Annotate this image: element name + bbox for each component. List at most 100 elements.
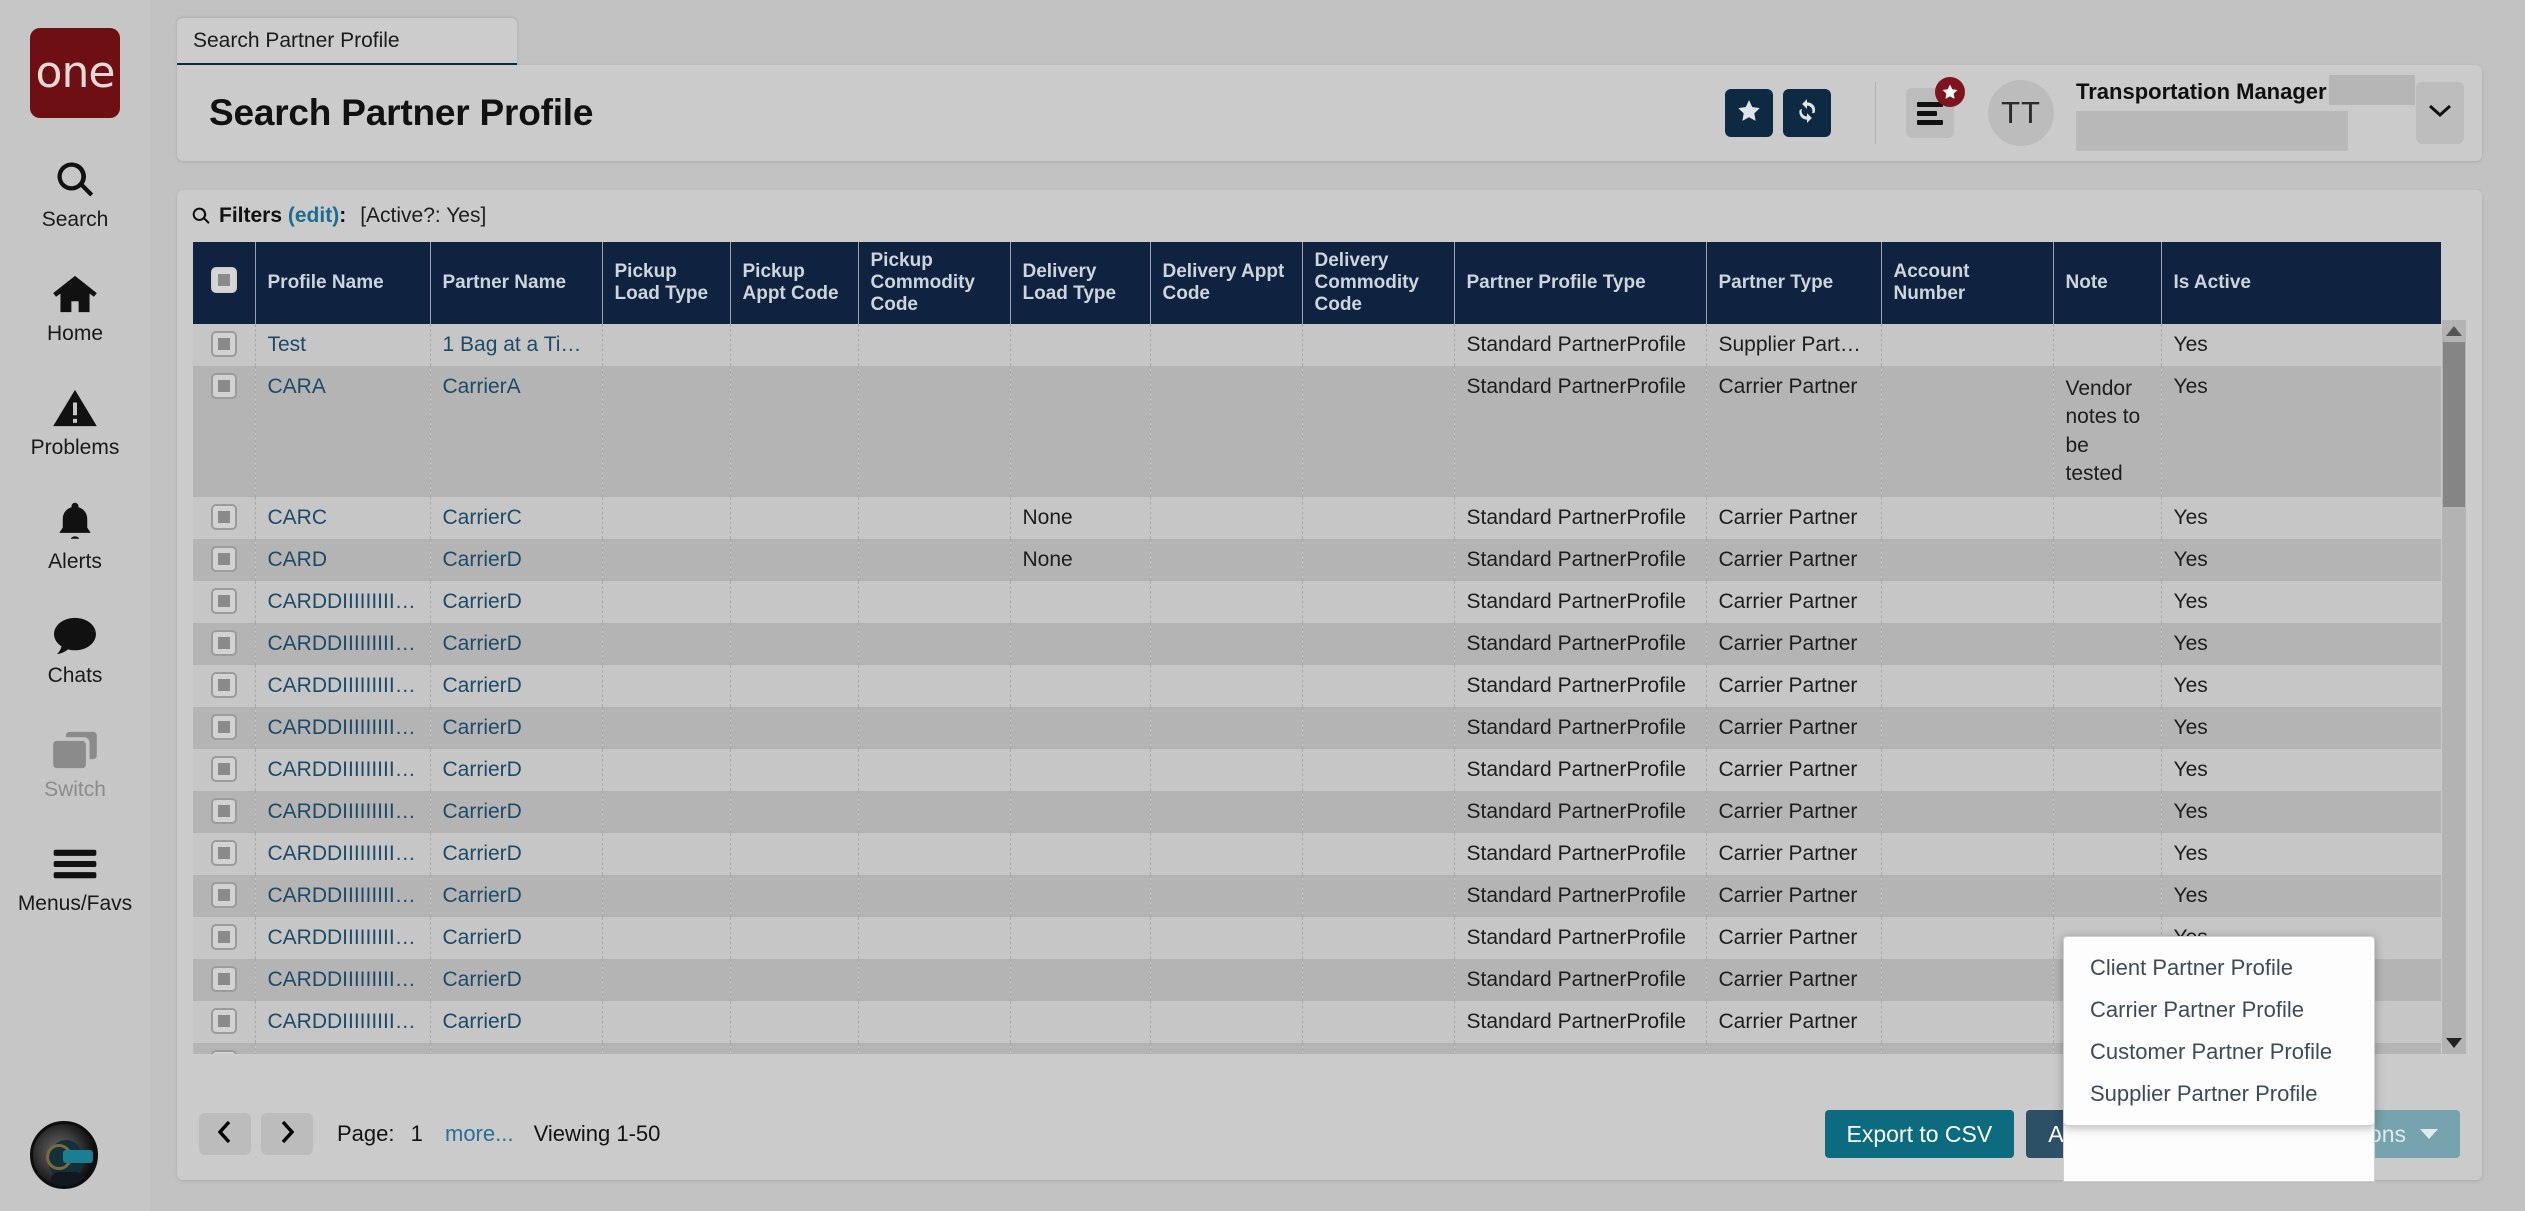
cell-partner-name[interactable]: CarrierD [430,875,603,918]
cell-partner-name[interactable]: CarrierC [430,497,603,540]
cell-partner-name[interactable]: CarrierD [430,581,603,624]
sidebar-item-alerts[interactable]: Alerts [0,498,150,574]
row-checkbox[interactable] [210,714,237,741]
table-row[interactable]: CARC CarrierC None Standard PartnerProfile C… [193,497,2441,540]
row-select-cell[interactable] [193,959,256,1002]
row-checkbox[interactable] [210,1008,237,1035]
column-header-is-active[interactable]: Is Active [2161,242,2441,324]
cell-profile-name[interactable]: CARDDIIIIIIIIIIIIIIIIIIII... [255,875,431,918]
table-row[interactable]: CARDDIIIIIIIIIIIIIIIIIIII...CarrierD Stan… [193,875,2441,918]
row-select-cell[interactable] [193,749,256,792]
cell-partner-name[interactable]: CarrierD [430,749,603,792]
row-checkbox[interactable] [210,504,237,531]
column-header-partner-name[interactable]: Partner Name [430,242,603,324]
table-row[interactable]: CARDDIIIIIIIIIIIIIIIIIIII...CarrierD Stan… [193,833,2441,876]
column-header-profile-name[interactable]: Profile Name [255,242,431,324]
column-header-note[interactable]: Note [2053,242,2162,324]
row-select-cell[interactable] [193,324,256,366]
cell-profile-name[interactable]: CARDDIIIIIIIIIIIIIIIIIIII... [255,665,431,708]
cell-profile-name[interactable]: CARDDIIIIIIIIIIIIIIIIIIII... [255,917,431,960]
cell-profile-name[interactable]: CARDDIIIIIIIIIIIIIIIIIIII... [255,581,431,624]
select-all-header[interactable] [193,242,256,324]
cell-profile-name[interactable]: CARA [255,366,431,498]
row-select-cell[interactable] [193,581,256,624]
favorite-button[interactable] [1725,89,1773,137]
next-page-button[interactable] [261,1113,313,1155]
row-checkbox[interactable] [210,882,237,909]
menu-favorites-button[interactable] [1906,77,1965,138]
scroll-down-arrow-icon[interactable] [2442,1032,2466,1054]
dropdown-item-client-partner-profile[interactable]: Client Partner Profile [2064,947,2374,989]
row-checkbox[interactable] [210,672,237,699]
row-select-cell[interactable] [193,1043,256,1054]
row-checkbox[interactable] [210,924,237,951]
row-select-cell[interactable] [193,497,256,540]
refresh-button[interactable] [1783,89,1831,137]
cell-partner-name[interactable]: CarrierD [430,791,603,834]
column-header-pickup-appt-code[interactable]: Pickup Appt Code [730,242,859,324]
cell-profile-name[interactable]: CARC [255,497,431,540]
filters-edit-link[interactable]: (edit) [288,204,339,228]
table-row[interactable]: CARDDIIIIIIIIIIIIIIIIIIII...CarrierD Stan… [193,581,2441,624]
dropdown-item-carrier-partner-profile[interactable]: Carrier Partner Profile [2064,989,2374,1031]
column-header-delivery-commodity-code[interactable]: Delivery Commodity Code [1302,242,1455,324]
row-select-cell[interactable] [193,623,256,666]
row-select-cell[interactable] [193,665,256,708]
cell-profile-name[interactable]: CARD [255,539,431,582]
row-select-cell[interactable] [193,539,256,582]
row-checkbox[interactable] [210,331,237,357]
row-checkbox[interactable] [210,630,237,657]
brand-logo[interactable]: one [30,28,120,118]
table-row[interactable]: CARDDIIIIIIIIIIIIIIIIIIII...CarrierD Stan… [193,623,2441,666]
column-header-pickup-load-type[interactable]: Pickup Load Type [602,242,731,324]
cell-profile-name[interactable]: CARDDIIIIIIIIIIIIIIIIIIII... [255,1043,431,1054]
cell-partner-name[interactable]: CarrierA [430,366,603,498]
row-checkbox[interactable] [210,756,237,783]
cell-partner-name[interactable]: 1 Bag at a Time [430,324,603,366]
cell-partner-name[interactable]: CarrierD [430,539,603,582]
user-menu-button[interactable] [2416,82,2464,144]
previous-page-button[interactable] [199,1113,251,1155]
column-header-delivery-load-type[interactable]: Delivery Load Type [1010,242,1151,324]
cell-profile-name[interactable]: CARDDIIIIIIIIIIIIIIIIIIII... [255,749,431,792]
cell-partner-name[interactable]: CarrierD [430,833,603,876]
cell-profile-name[interactable]: Test [255,324,431,366]
tab-search-partner-profile[interactable]: Search Partner Profile [177,18,517,66]
sidebar-item-menus-favs[interactable]: Menus/Favs [0,840,150,916]
column-header-partner-type[interactable]: Partner Type [1706,242,1882,324]
cell-partner-name[interactable]: CarrierD [430,1043,603,1054]
cell-profile-name[interactable]: CARDDIIIIIIIIIIIIIIIIIIII... [255,959,431,1002]
scroll-up-arrow-icon[interactable] [2442,320,2466,342]
table-row[interactable]: CARDDIIIIIIIIIIIIIIIIIIII...CarrierD Stan… [193,749,2441,792]
row-checkbox[interactable] [210,588,237,615]
row-select-cell[interactable] [193,366,256,498]
table-row[interactable]: Test 1 Bag at a Time Standard PartnerProfi… [193,324,2441,366]
cell-partner-name[interactable]: CarrierD [430,917,603,960]
column-header-partner-profile-type[interactable]: Partner Profile Type [1454,242,1707,324]
cell-profile-name[interactable]: CARDDIIIIIIIIIIIIIIIIIIII... [255,791,431,834]
column-header-pickup-commodity-code[interactable]: Pickup Commodity Code [858,242,1011,324]
row-checkbox[interactable] [210,798,237,825]
scrollbar-thumb[interactable] [2443,342,2465,507]
row-select-cell[interactable] [193,833,256,876]
export-to-csv-button[interactable]: Export to CSV [1824,1110,2015,1158]
table-vertical-scrollbar[interactable] [2442,320,2466,1054]
row-checkbox[interactable] [210,1050,237,1054]
table-row[interactable]: CARA CarrierA Standard PartnerProfile Carri… [193,366,2441,498]
cell-profile-name[interactable]: CARDDIIIIIIIIIIIIIIIIIIII... [255,1001,431,1044]
table-row[interactable]: CARDDIIIIIIIIIIIIIIIIIIII...CarrierD Stan… [193,707,2441,750]
dropdown-item-customer-partner-profile[interactable]: Customer Partner Profile [2064,1031,2374,1073]
row-select-cell[interactable] [193,1001,256,1044]
cell-partner-name[interactable]: CarrierD [430,707,603,750]
avatar[interactable]: TT [1988,80,2054,146]
dropdown-item-supplier-partner-profile[interactable]: Supplier Partner Profile [2064,1073,2374,1115]
cell-profile-name[interactable]: CARDDIIIIIIIIIIIIIIIIIIII... [255,833,431,876]
row-select-cell[interactable] [193,791,256,834]
row-checkbox[interactable] [210,546,237,573]
more-pages-link[interactable]: more... [445,1121,513,1146]
cell-partner-name[interactable]: CarrierD [430,959,603,1002]
table-row[interactable]: CARDDIIIIIIIIIIIIIIIIIIII...CarrierD Stan… [193,791,2441,834]
table-row[interactable]: CARD CarrierD None Standard PartnerProfile C… [193,539,2441,582]
cell-profile-name[interactable]: CARDDIIIIIIIIIIIIIIIIIIII... [255,707,431,750]
row-checkbox[interactable] [210,966,237,993]
